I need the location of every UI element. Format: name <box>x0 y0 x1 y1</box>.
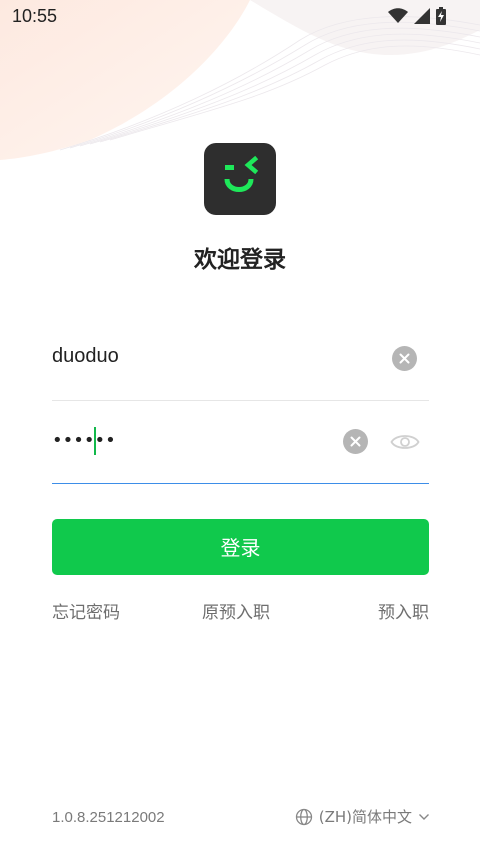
password-clear-button[interactable] <box>343 429 368 454</box>
close-icon <box>399 353 410 364</box>
eye-icon <box>390 435 420 449</box>
pre-entry-link[interactable]: 预入职 <box>378 598 429 623</box>
globe-icon <box>295 808 312 825</box>
text-cursor <box>94 427 96 455</box>
status-time: 10:55 <box>12 6 58 26</box>
status-bar: 10:55 <box>0 0 480 34</box>
login-button[interactable]: 登录 <box>52 519 429 575</box>
password-field[interactable]: •••••• <box>52 399 429 484</box>
username-field[interactable]: duoduo <box>52 316 429 401</box>
app-logo <box>204 143 276 215</box>
signal-icon <box>414 8 430 24</box>
forgot-password-link[interactable]: 忘记密码 <box>52 598 120 623</box>
status-icons <box>388 7 446 25</box>
chevron-down-icon <box>419 813 429 820</box>
close-icon <box>350 436 361 447</box>
username-input[interactable]: duoduo <box>52 345 119 368</box>
app-version: 1.0.8.251212002 <box>52 809 165 826</box>
username-clear-button[interactable] <box>392 346 417 371</box>
smile-logo-icon <box>224 155 259 192</box>
language-selector[interactable]: (ZH)简体中文 <box>295 806 430 827</box>
language-label: (ZH)简体中文 <box>318 808 412 826</box>
battery-charging-icon <box>436 7 446 25</box>
password-input[interactable]: •••••• <box>52 430 116 451</box>
wifi-icon <box>388 8 408 23</box>
original-pre-entry-link[interactable]: 原预入职 <box>202 598 270 623</box>
show-password-button[interactable] <box>390 431 420 453</box>
welcome-title: 欢迎登录 <box>194 247 286 273</box>
